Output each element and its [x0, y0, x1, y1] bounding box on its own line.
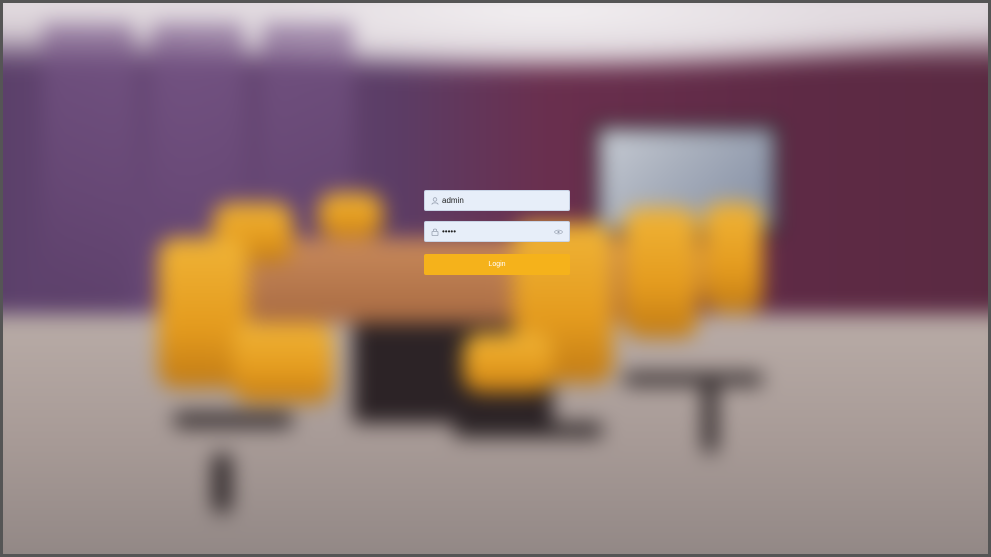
eye-icon[interactable]	[553, 227, 563, 237]
background-image	[3, 3, 988, 554]
username-field[interactable]: admin	[424, 190, 570, 211]
login-button[interactable]: Login	[424, 254, 570, 275]
login-screen: admin ••••• Login	[0, 0, 991, 557]
login-form: admin ••••• Login	[424, 190, 570, 275]
user-icon	[430, 196, 439, 205]
password-field[interactable]: •••••	[424, 221, 570, 242]
lock-icon	[430, 227, 439, 236]
password-value: •••••	[442, 227, 457, 236]
username-value: admin	[442, 196, 464, 205]
